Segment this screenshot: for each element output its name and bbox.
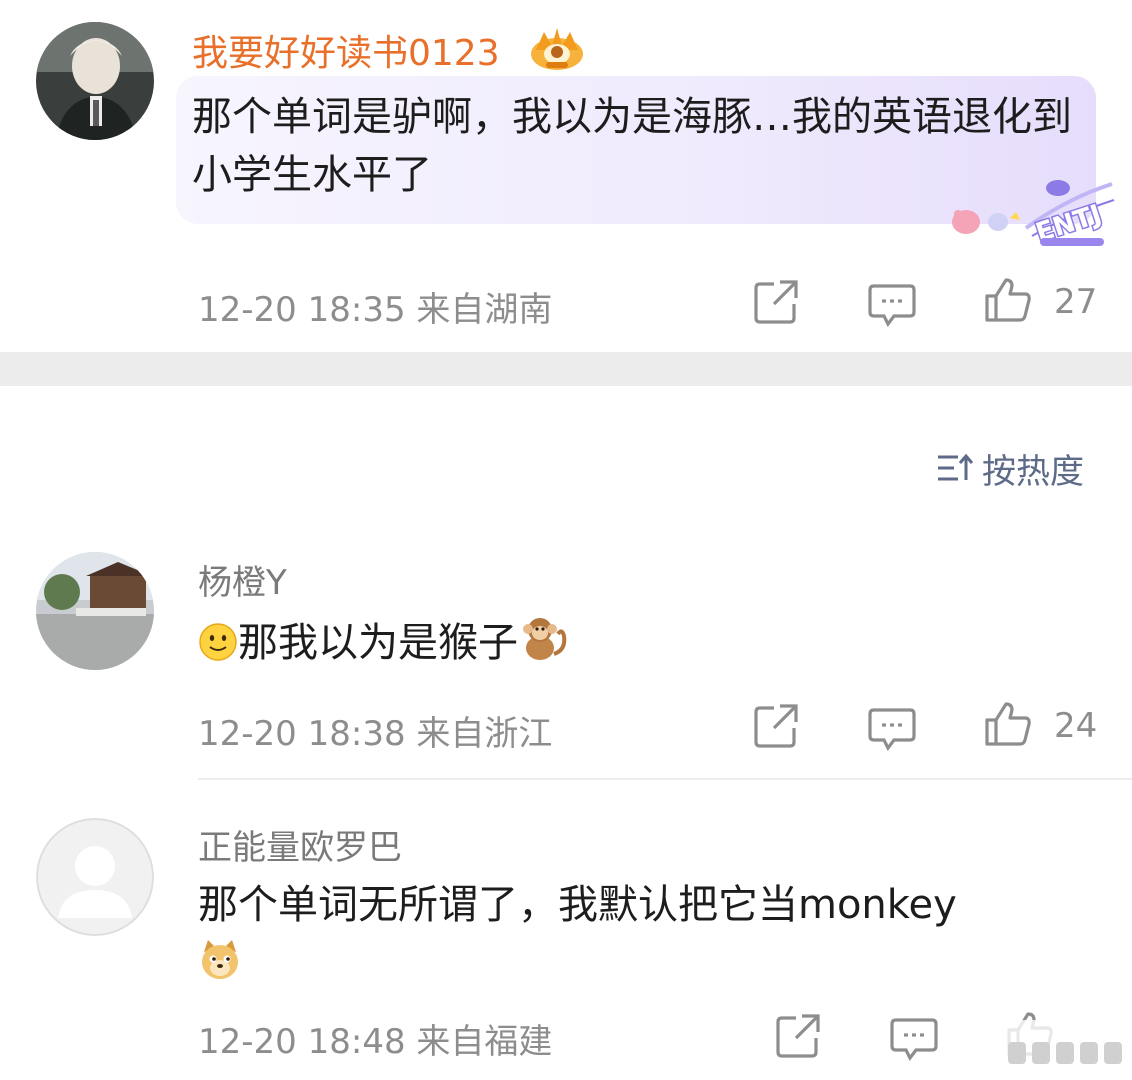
comment-text: 那个单词无所谓了，我默认把它当monkey — [198, 876, 1098, 998]
watermark-logo — [1000, 1012, 1130, 1072]
location: 来自湖南 — [416, 290, 553, 330]
like-icon[interactable] — [984, 700, 1032, 748]
comment-icon[interactable] — [890, 1014, 938, 1062]
location: 来自浙江 — [416, 714, 553, 754]
username[interactable]: 杨橙Y — [198, 555, 287, 604]
avatar[interactable] — [36, 818, 154, 936]
timestamp: 12-20 18:38 — [198, 714, 406, 754]
comment-meta: 12-20 18:38 来自浙江 — [198, 706, 552, 755]
timestamp: 12-20 18:48 — [198, 1022, 406, 1062]
username[interactable]: 正能量欧罗巴 — [198, 820, 402, 869]
like-count: 24 — [1054, 706, 1098, 746]
timestamp: 12-20 18:35 — [198, 290, 406, 330]
comment-icon[interactable] — [868, 280, 916, 328]
share-icon[interactable] — [752, 278, 800, 326]
comment-text: 那我以为是猴子 — [198, 614, 1098, 678]
like-count: 27 — [1054, 282, 1098, 322]
sort-label: 按热度 — [982, 451, 1084, 492]
reply-divider — [198, 778, 1132, 780]
avatar[interactable] — [36, 22, 154, 140]
smile-emoji-icon — [198, 620, 238, 678]
comment-text: 那个单词是驴啊，我以为是海豚…我的英语退化到小学生水平了 — [192, 94, 1072, 198]
entj-sticker-icon: ENTJ — [948, 170, 1118, 250]
reply-text: 那个单词无所谓了，我默认把它当monkey — [198, 882, 957, 928]
sort-icon — [938, 453, 974, 481]
comment-thread: 我要好好读书0123 那个单词是驴啊，我以为是海豚…我的英语退化到小学生水平了 — [0, 0, 1132, 1080]
doge-emoji-icon — [198, 938, 242, 998]
sort-by-hot-button[interactable]: 按热度 — [936, 446, 1084, 492]
comment-meta: 12-20 18:48 来自福建 — [198, 1014, 552, 1063]
section-divider — [0, 352, 1132, 386]
avatar[interactable] — [36, 552, 154, 670]
like-icon[interactable] — [984, 276, 1032, 324]
share-icon[interactable] — [752, 702, 800, 750]
top-comment: 我要好好读书0123 那个单词是驴啊，我以为是海豚…我的英语退化到小学生水平了 — [0, 0, 1132, 352]
crown-badge-icon — [528, 26, 586, 72]
reply-text: 那我以为是猴子 — [238, 620, 518, 666]
comment-icon[interactable] — [868, 704, 916, 752]
username[interactable]: 我要好好读书0123 — [192, 24, 500, 76]
location: 来自福建 — [416, 1022, 553, 1062]
monkey-emoji-icon — [518, 614, 568, 678]
share-icon[interactable] — [774, 1012, 822, 1060]
comment-meta: 12-20 18:35 来自湖南 — [198, 282, 552, 331]
